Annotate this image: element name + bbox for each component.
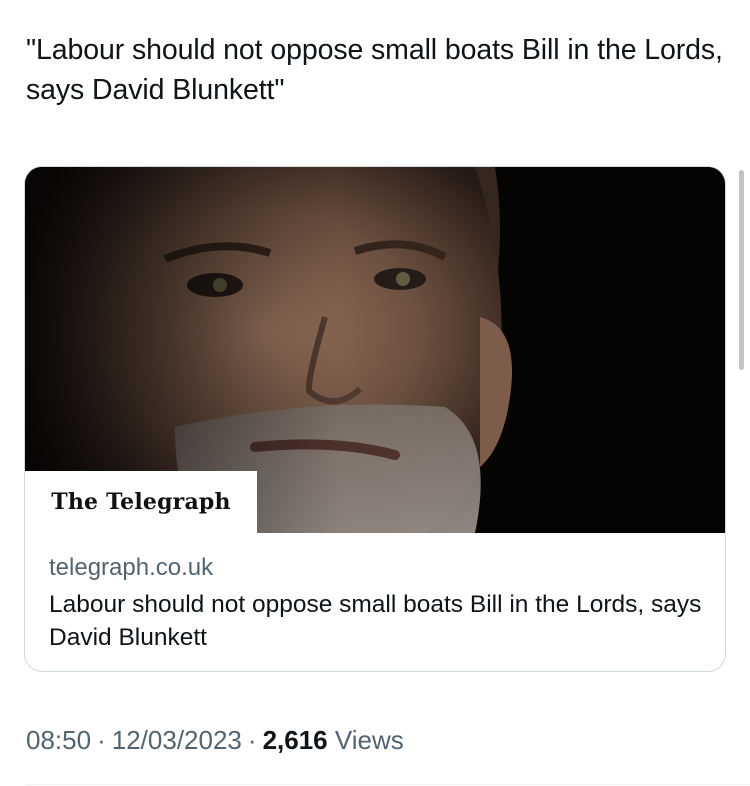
- tweet-text: "Labour should not oppose small boats Bi…: [26, 34, 723, 106]
- tweet-metadata: 08:50 · 12/03/2023 · 2,616 Views: [26, 723, 404, 757]
- separator: ·: [97, 725, 106, 755]
- separator: ·: [247, 725, 257, 755]
- tweet-time[interactable]: 08:50: [26, 725, 91, 755]
- views-label: Views: [334, 725, 404, 755]
- divider: [26, 784, 750, 785]
- tweet-date[interactable]: 12/03/2023: [112, 725, 242, 755]
- card-image[interactable]: The Telegraph: [25, 167, 725, 533]
- card-title[interactable]: Labour should not oppose small boats Bil…: [49, 588, 709, 654]
- publisher-logo-text: The Telegraph: [51, 489, 231, 515]
- card-domain[interactable]: telegraph.co.uk: [49, 553, 213, 583]
- publisher-logo: The Telegraph: [25, 471, 257, 533]
- link-preview-card[interactable]: The Telegraph telegraph.co.uk Labour sho…: [24, 166, 726, 672]
- scrollbar[interactable]: [739, 170, 744, 370]
- views-count: 2,616: [262, 725, 328, 755]
